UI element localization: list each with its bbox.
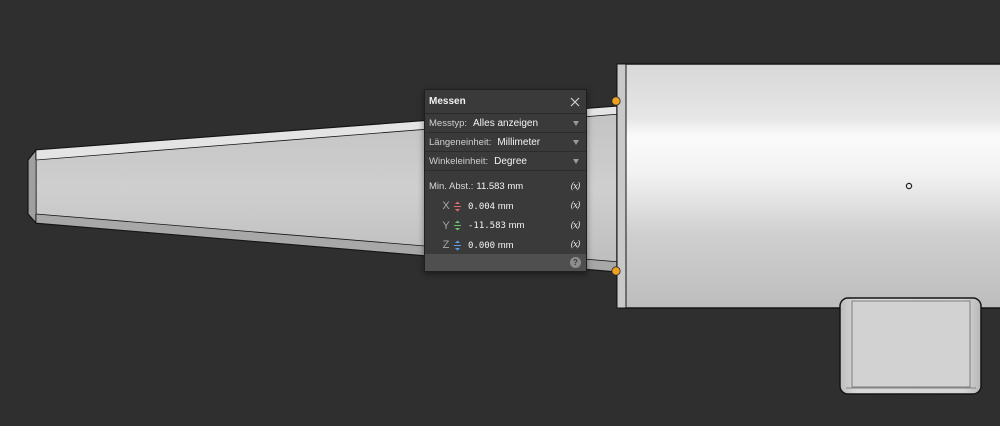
min-distance-label: Min. Abst.:: [429, 181, 474, 193]
z-delta-icon: [453, 240, 462, 251]
main-cylinder[interactable]: [616, 63, 1000, 309]
length-unit-dropdown[interactable]: Millimeter: [497, 137, 582, 148]
z-delta-row: Z 0.000 mm (x): [425, 236, 586, 256]
y-delta-value: -11.583: [468, 221, 506, 232]
copy-value-icon[interactable]: (x): [569, 220, 581, 231]
min-distance-unit: mm: [507, 181, 524, 193]
y-delta-unit: mm: [508, 220, 525, 232]
measure-type-label: Messtyp:: [429, 117, 468, 129]
y-axis-label: Y: [442, 219, 450, 232]
length-unit-value: Millimeter: [497, 136, 541, 148]
chevron-down-icon: [573, 120, 579, 126]
angle-unit-row[interactable]: Winkeleinheit: Degree: [425, 152, 586, 171]
measure-point-marker[interactable]: [611, 96, 621, 106]
angle-unit-value: Degree: [494, 155, 527, 167]
chevron-down-icon: [573, 139, 579, 145]
copy-value-icon[interactable]: (x): [569, 240, 581, 251]
panel-title: Messen: [429, 96, 466, 107]
x-delta-row: X 0.004 mm (x): [425, 197, 586, 217]
measure-panel: Messen Messtyp: Alles anzeigen Längenein…: [424, 89, 587, 272]
measure-point-marker[interactable]: [611, 266, 621, 276]
length-unit-label: Längeneinheit:: [429, 136, 492, 148]
angle-unit-label: Winkeleinheit:: [429, 155, 489, 167]
copy-value-icon[interactable]: (x): [569, 201, 581, 212]
z-delta-value: 0.000: [468, 240, 496, 251]
chevron-down-icon: [573, 158, 579, 164]
min-distance-value: 11.583: [476, 181, 505, 193]
z-delta-unit: mm: [497, 239, 514, 251]
panel-footer: ?: [425, 254, 586, 271]
y-delta-icon: [453, 220, 462, 231]
help-icon[interactable]: ?: [570, 257, 581, 268]
copy-value-icon[interactable]: (x): [569, 181, 581, 192]
z-axis-label: Z: [442, 239, 450, 252]
measure-type-row[interactable]: Messtyp: Alles anzeigen: [425, 114, 586, 133]
x-delta-icon: [453, 201, 462, 212]
panel-header: Messen: [425, 90, 586, 114]
x-delta-value: 0.004: [468, 201, 496, 212]
measure-type-dropdown[interactable]: Alles anzeigen: [473, 118, 582, 129]
close-icon[interactable]: [569, 96, 581, 108]
length-unit-row[interactable]: Längeneinheit: Millimeter: [425, 133, 586, 152]
x-delta-unit: mm: [497, 200, 514, 212]
x-axis-label: X: [442, 200, 450, 213]
angle-unit-dropdown[interactable]: Degree: [494, 156, 582, 167]
measure-type-value: Alles anzeigen: [473, 117, 539, 129]
lower-block[interactable]: [839, 297, 982, 395]
min-distance-row: Min. Abst.: 11.583 mm (x): [425, 177, 586, 197]
y-delta-row: Y -11.583 mm (x): [425, 216, 586, 236]
